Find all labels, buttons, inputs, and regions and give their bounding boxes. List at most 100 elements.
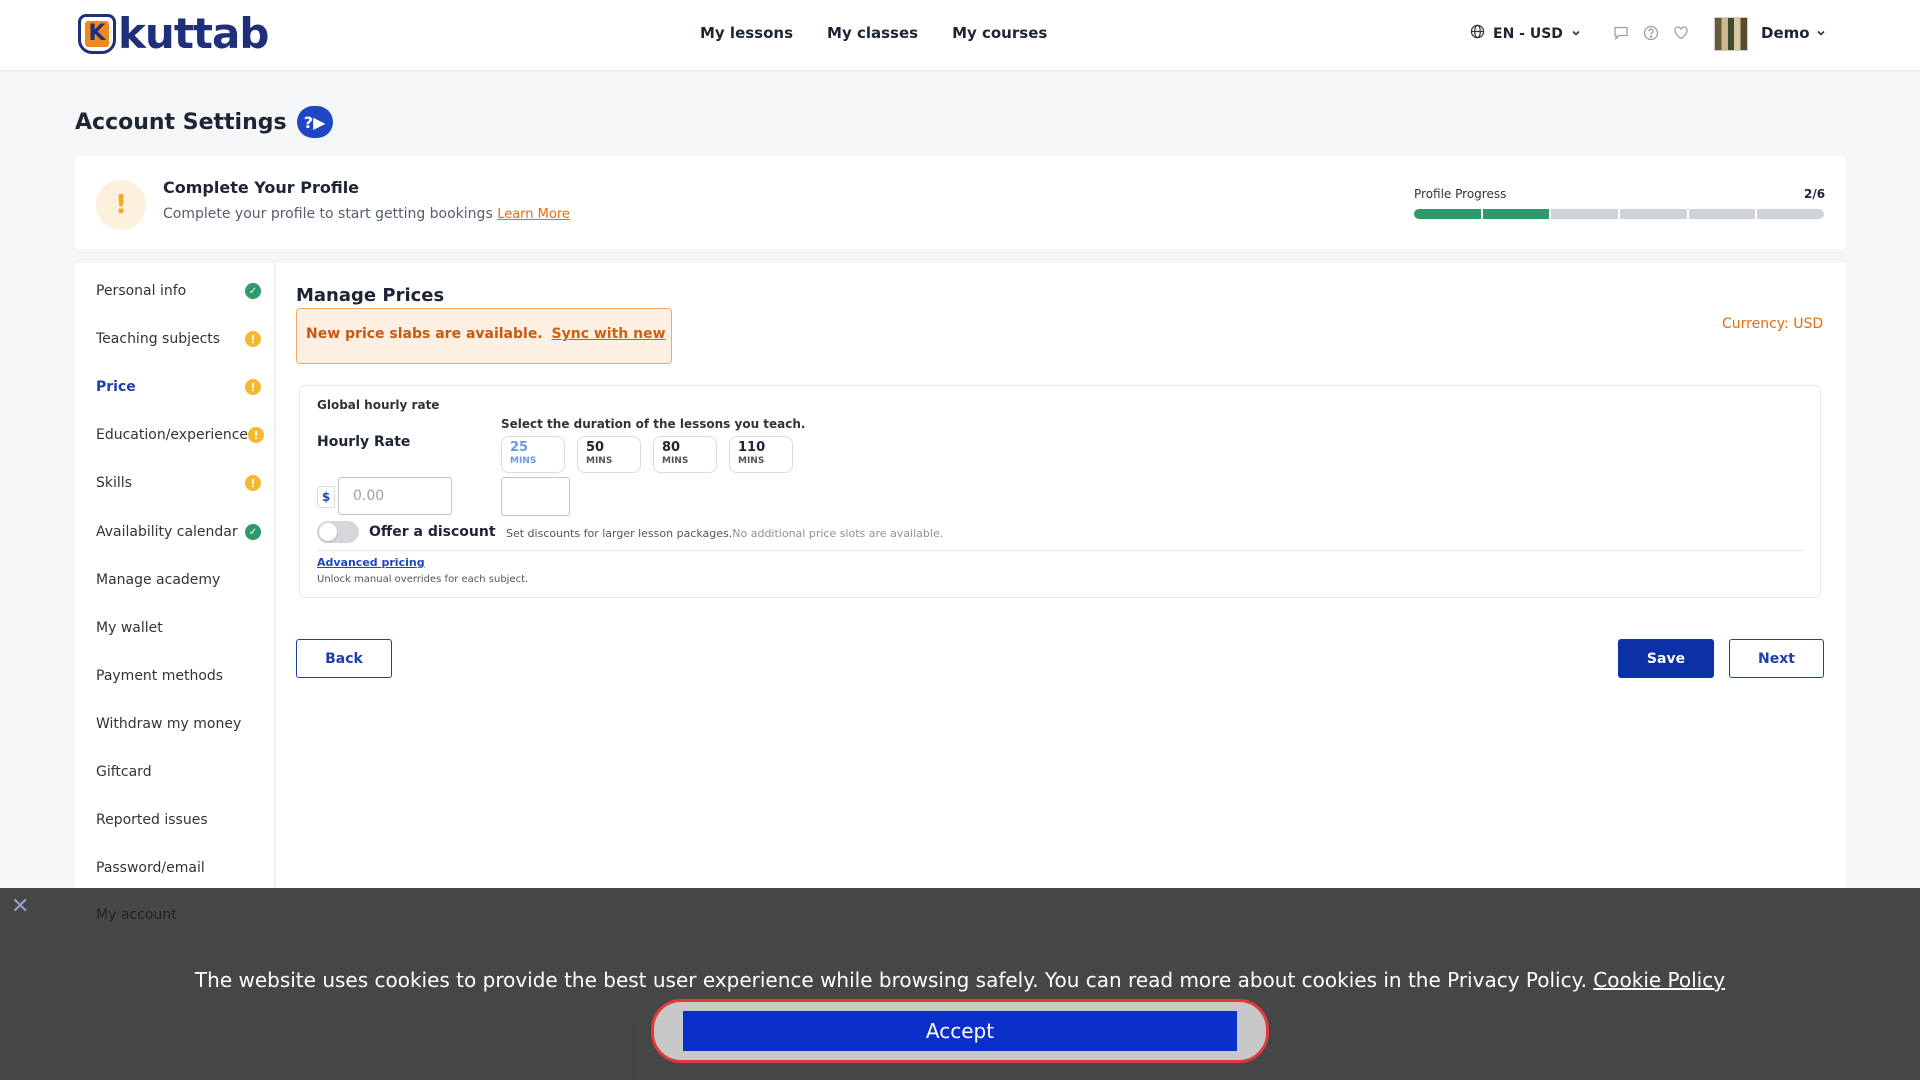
manage-prices-title: Manage Prices — [296, 285, 445, 306]
warning-icon: ! — [245, 379, 261, 395]
user-menu[interactable]: Demo — [1761, 24, 1826, 42]
sidebar-item-label: Manage academy — [96, 572, 221, 588]
progress-segment — [1482, 209, 1550, 219]
top-header: K kuttab My lessons My classes My course… — [0, 0, 1920, 71]
hourly-rate-input[interactable] — [338, 477, 452, 515]
kuttab-logo[interactable]: K kuttab — [78, 9, 269, 58]
profile-progress-label: Profile Progress — [1414, 187, 1507, 201]
discount-hint: Set discounts for larger lesson packages… — [506, 527, 944, 540]
sidebar-item-label: My wallet — [96, 620, 163, 636]
language-label: EN - USD — [1493, 25, 1563, 42]
sidebar-item-label: Teaching subjects — [96, 331, 221, 347]
sidebar-item-label: Availability calendar — [96, 524, 238, 540]
currency-symbol: $ — [317, 486, 335, 508]
sidebar-item-label: Personal info — [96, 283, 187, 299]
cookie-policy-link[interactable]: Cookie Policy — [1593, 968, 1725, 992]
divider — [317, 550, 1804, 551]
profile-progress-bar — [1414, 209, 1825, 219]
back-button[interactable]: Back — [296, 639, 392, 678]
price-slot-input[interactable] — [501, 477, 570, 516]
profile-card-subtitle: Complete your profile to start getting b… — [163, 206, 570, 222]
cookie-banner: ✕ The website uses cookies to provide th… — [0, 888, 1920, 1080]
sidebar-item-label: Giftcard — [96, 764, 152, 780]
profile-card-title: Complete Your Profile — [163, 178, 360, 197]
currency-label: Currency: USD — [1722, 316, 1824, 332]
close-icon[interactable]: ✕ — [11, 894, 29, 919]
advanced-pricing-description: Unlock manual overrides for each subject… — [317, 574, 529, 585]
check-icon: ✓ — [245, 524, 261, 540]
sidebar-item-label: Education/experience — [96, 427, 249, 443]
save-button[interactable]: Save — [1618, 639, 1714, 678]
accept-cookies-button[interactable]: Accept — [683, 1011, 1237, 1051]
chevron-down-icon — [1571, 26, 1581, 42]
check-icon: ✓ — [245, 283, 261, 299]
advanced-pricing-link[interactable]: Advanced pricing — [317, 556, 425, 569]
next-button[interactable]: Next — [1729, 639, 1824, 678]
sidebar-item-label: Withdraw my money — [96, 716, 242, 732]
sidebar-item-label: Payment methods — [96, 668, 224, 684]
progress-segment — [1757, 209, 1825, 219]
sync-price-alert: New price slabs are available. Sync with… — [296, 308, 672, 364]
duration-110-button[interactable]: 110 MINS — [729, 436, 793, 473]
sidebar-item-label: Skills — [96, 475, 132, 491]
logo-mark-icon: K — [78, 14, 116, 54]
duration-50-button[interactable]: 50 MINS — [577, 436, 641, 473]
nav-my-lessons[interactable]: My lessons — [700, 24, 793, 42]
sidebar-item-teaching-subjects[interactable]: Teaching subjects! — [96, 331, 261, 347]
global-rate-label: Global hourly rate — [317, 398, 440, 412]
page-title-text: Account Settings — [75, 109, 287, 135]
duration-80-button[interactable]: 80 MINS — [653, 436, 717, 473]
main-nav: My lessons My classes My courses — [700, 24, 1047, 42]
learn-more-link[interactable]: Learn More — [497, 207, 570, 222]
profile-completion-card: ! Complete Your Profile Complete your pr… — [75, 156, 1846, 249]
warning-icon: ! — [245, 475, 261, 491]
accept-focus-ring: Accept — [651, 999, 1269, 1063]
profile-progress-count: 2/6 — [1804, 187, 1826, 201]
chat-icon[interactable] — [1612, 24, 1630, 42]
help-icon[interactable] — [1642, 24, 1660, 42]
manage-prices-panel: Manage Prices New price slabs are availa… — [276, 263, 1846, 953]
sidebar-item-manage-academy[interactable]: Manage academy — [96, 572, 261, 588]
avatar[interactable] — [1714, 17, 1748, 51]
sidebar-item-price[interactable]: Price! — [96, 379, 261, 395]
discount-toggle[interactable] — [317, 521, 359, 543]
heart-icon[interactable] — [1672, 24, 1690, 42]
exclamation-icon: ! — [96, 180, 146, 230]
sidebar-item-giftcard[interactable]: Giftcard — [96, 764, 261, 780]
logo-text: kuttab — [118, 9, 269, 58]
nav-my-classes[interactable]: My classes — [827, 24, 918, 42]
sidebar-item-personal-info[interactable]: Personal info ✓ — [96, 283, 261, 299]
sidebar-item-label: Password/email — [96, 860, 205, 876]
chevron-down-icon — [1816, 24, 1826, 42]
nav-my-courses[interactable]: My courses — [952, 24, 1047, 42]
header-icons — [1612, 24, 1690, 42]
language-currency-selector[interactable]: EN - USD — [1470, 24, 1581, 43]
help-video-icon[interactable]: ?▶ — [296, 106, 333, 138]
sidebar-item-payment-methods[interactable]: Payment methods — [96, 668, 261, 684]
sidebar-item-skills[interactable]: Skills! — [96, 475, 261, 491]
discount-note: No additional price slots are available. — [732, 527, 944, 540]
warning-icon: ! — [248, 427, 265, 443]
sidebar-item-availability-calendar[interactable]: Availability calendar ✓ — [96, 524, 261, 540]
sync-message: New price slabs are available. — [306, 326, 543, 342]
user-name: Demo — [1761, 24, 1810, 42]
hourly-rate-label: Hourly Rate — [317, 434, 411, 450]
cookie-message: The website uses cookies to provide the … — [194, 968, 1726, 992]
progress-segment — [1688, 209, 1756, 219]
sidebar-item-withdraw-my-money[interactable]: Withdraw my money — [96, 716, 261, 732]
globe-icon — [1470, 24, 1485, 43]
duration-label: Select the duration of the lessons you t… — [501, 417, 806, 431]
warning-icon: ! — [245, 331, 261, 347]
global-rate-card: Global hourly rate Hourly Rate Select th… — [299, 385, 1821, 598]
sidebar-item-my-wallet[interactable]: My wallet — [96, 620, 261, 636]
duration-25-button[interactable]: 25 MINS — [501, 436, 565, 473]
discount-label: Offer a discount — [369, 524, 496, 540]
settings-sidebar: Personal info ✓ Teaching subjects! Price! Ed… — [75, 263, 275, 953]
page-title: Account Settings ?▶ — [75, 106, 333, 138]
progress-segment — [1620, 209, 1687, 219]
sync-with-new-link[interactable]: Sync with new — [552, 326, 666, 342]
sidebar-item-password-email[interactable]: Password/email — [96, 860, 261, 876]
sidebar-item-reported-issues[interactable]: Reported issues — [96, 812, 261, 828]
progress-segment — [1551, 209, 1619, 219]
sidebar-item-education-experience[interactable]: Education/experience! — [96, 427, 265, 443]
